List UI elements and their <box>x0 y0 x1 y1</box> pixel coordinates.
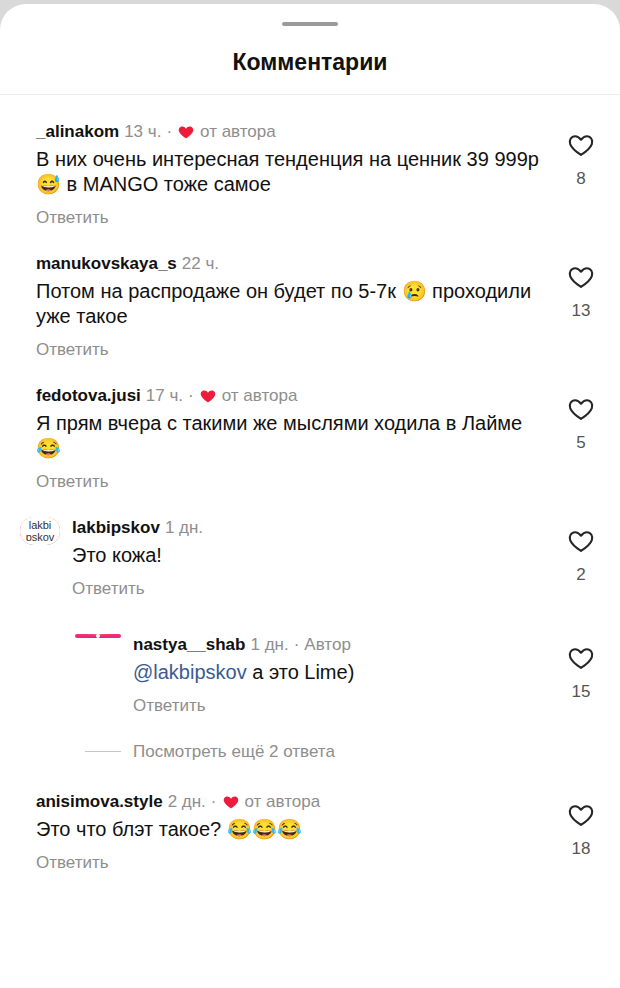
like-count: 8 <box>576 169 585 189</box>
comment-time: 17 ч. <box>146 385 183 407</box>
view-more-replies[interactable]: Посмотреть ещё 2 ответа <box>0 725 620 779</box>
like-heart-icon[interactable] <box>567 263 595 291</box>
separator-dot: · <box>211 791 217 813</box>
like-column: 15 <box>558 634 604 702</box>
comment-text-body: а это Lime) <box>247 661 355 683</box>
author-heart-icon <box>177 123 195 141</box>
username[interactable]: nastya__shab <box>133 634 245 656</box>
username[interactable]: lakbipskov <box>72 517 160 539</box>
like-heart-icon[interactable] <box>567 527 595 555</box>
sheet-header: Комментарии <box>0 4 620 95</box>
comment-text: Потом на распродаже он будет по 5-7к 😢 п… <box>36 279 546 329</box>
avatar-photo <box>96 634 100 638</box>
comment-time: 13 ч. <box>124 121 161 143</box>
comment-text-body: Это кожа! <box>72 544 162 566</box>
comment-text: Я прям вчера с такими же мыслями ходила … <box>36 411 546 461</box>
author-badge: Автор <box>304 634 351 656</box>
comment-time: 22 ч. <box>182 253 219 275</box>
avatar[interactable] <box>20 791 24 795</box>
like-count: 18 <box>572 839 591 859</box>
comment-meta: anisimova.style2 дн.· от автора <box>36 791 546 813</box>
author-heart-icon <box>199 387 217 405</box>
comment-body: fedotova.jusi17 ч.· от автора Я прям вчера… <box>36 385 546 493</box>
comment-time: 1 дн. <box>165 517 203 539</box>
comment-list: _alinakom13 ч.·от автораВ них очень инте… <box>0 95 620 886</box>
like-column: 5 <box>558 385 604 453</box>
like-count: 5 <box>576 433 585 453</box>
comment-text: Это что блэт такое? 😂😂😂 <box>36 817 546 842</box>
username[interactable]: manukovskaya_s <box>36 253 177 275</box>
mention[interactable]: @lakbipskov <box>133 661 247 683</box>
comment-text: В них очень интересная тенденция на ценн… <box>36 147 546 197</box>
comment-text: Это кожа! <box>72 543 546 568</box>
separator-dot: · <box>294 634 300 656</box>
thread-line <box>85 751 121 752</box>
avatar[interactable] <box>20 121 24 125</box>
comment-row: manukovskaya_s22 ч. Потом на распродаже о… <box>0 241 620 373</box>
reply-row: nastya__shab1 дн. ·Автор @lakbipskov а это… <box>0 612 620 725</box>
comment-text-body: Потом на распродаже он будет по 5-7к 😢 п… <box>36 280 531 327</box>
comment-text-body: Это что блэт такое? 😂😂😂 <box>36 818 302 840</box>
comment-meta: fedotova.jusi17 ч.· от автора <box>36 385 546 407</box>
reply-button[interactable]: Ответить <box>36 207 109 229</box>
reply-button[interactable]: Ответить <box>133 695 206 717</box>
reply-button[interactable]: Ответить <box>72 578 145 600</box>
avatar[interactable] <box>75 634 121 638</box>
like-heart-icon[interactable] <box>567 801 595 829</box>
comment-body: anisimova.style2 дн.· от автора Это что бл… <box>36 791 546 874</box>
drag-handle[interactable] <box>282 22 338 26</box>
like-column: 2 <box>558 517 604 585</box>
avatar[interactable] <box>20 253 24 257</box>
comments-sheet: Комментарии_alinakom13 ч.·от автораВ них… <box>0 4 620 988</box>
comment-meta: manukovskaya_s22 ч. <box>36 253 546 275</box>
like-column: 18 <box>558 791 604 859</box>
view-more-replies-label[interactable]: Посмотреть ещё 2 ответа <box>133 739 335 765</box>
comment-row: _alinakom13 ч.· от автора В них очень инте… <box>0 109 620 241</box>
comment-row: lakbi pskovlakbipskov1 дн.Это кожа!Ответ… <box>0 505 620 612</box>
author-like-label: от автора <box>245 791 321 813</box>
username[interactable]: fedotova.jusi <box>36 385 141 407</box>
like-column: 8 <box>558 121 604 189</box>
comment-text: @lakbipskov а это Lime) <box>133 660 546 685</box>
separator-dot: · <box>166 121 172 143</box>
avatar[interactable]: lakbi pskov <box>20 517 60 545</box>
author-like-label: от автора <box>200 121 276 143</box>
comment-body: manukovskaya_s22 ч. Потом на распродаже о… <box>36 253 546 361</box>
comment-meta: lakbipskov1 дн. <box>72 517 546 539</box>
like-count: 15 <box>572 682 591 702</box>
comment-time: 2 дн. <box>168 791 206 813</box>
separator-dot: · <box>188 385 194 407</box>
avatar-logo-text: lakbi pskov <box>22 519 58 543</box>
like-heart-icon[interactable] <box>567 644 595 672</box>
username[interactable]: anisimova.style <box>36 791 163 813</box>
comment-row: fedotova.jusi17 ч.· от автора Я прям вчера… <box>0 373 620 505</box>
avatar[interactable] <box>20 385 24 389</box>
comment-meta: _alinakom13 ч.· от автора <box>36 121 546 143</box>
comment-time: 1 дн. <box>250 634 288 656</box>
comment-meta: nastya__shab1 дн. ·Автор <box>133 634 546 656</box>
comment-body: _alinakom13 ч.· от автора В них очень инте… <box>36 121 546 229</box>
reply-button[interactable]: Ответить <box>36 339 109 361</box>
sheet-title: Комментарии <box>233 48 388 76</box>
author-heart-icon <box>222 793 240 811</box>
like-heart-icon[interactable] <box>567 395 595 423</box>
like-column: 13 <box>558 253 604 321</box>
like-count: 13 <box>572 301 591 321</box>
comment-text-body: Я прям вчера с такими же мыслями ходила … <box>36 412 522 459</box>
comment-row: anisimova.style2 дн.· от автора Это что бл… <box>0 779 620 886</box>
author-like-label: от автора <box>222 385 298 407</box>
comment-body: lakbipskov1 дн.Это кожа!Ответить <box>72 517 546 600</box>
username[interactable]: _alinakom <box>36 121 119 143</box>
comment-body: nastya__shab1 дн. ·Автор @lakbipskov а это… <box>133 634 546 717</box>
reply-button[interactable]: Ответить <box>36 852 109 874</box>
reply-button[interactable]: Ответить <box>36 471 109 493</box>
like-heart-icon[interactable] <box>567 131 595 159</box>
avatar-photo: lakbi pskov <box>20 517 60 545</box>
like-count: 2 <box>576 565 585 585</box>
comment-text-body: В них очень интересная тенденция на ценн… <box>36 148 539 195</box>
